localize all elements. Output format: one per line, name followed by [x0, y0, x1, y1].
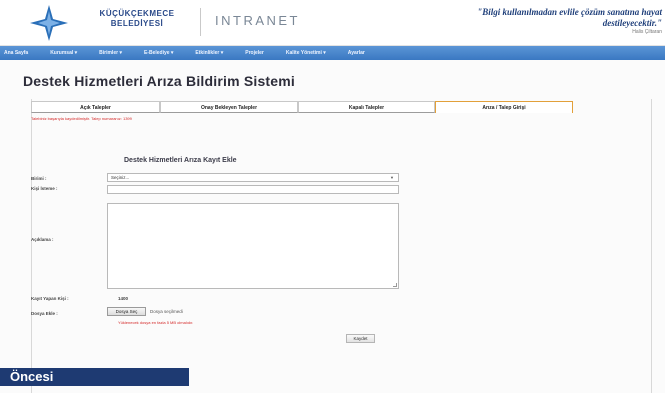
- form-title: Destek Hizmetleri Arıza Kayıt Ekle: [124, 157, 237, 164]
- kisi-label: Kişi İsteme :: [31, 186, 58, 191]
- content-border: [651, 99, 652, 393]
- kayit-label: Kayıt Yapan Kişi :: [31, 296, 69, 301]
- tab-new-request[interactable]: Arıza / Talep Girişi: [435, 101, 573, 113]
- choose-file-button[interactable]: Dosya Seç: [107, 307, 146, 316]
- main-navigation: Ana Sayfa Kurumsal ▾ Birimler ▾ E-Beledi…: [0, 46, 665, 60]
- caption-text: Öncesi: [10, 369, 54, 384]
- birim-select[interactable]: Seçiniz... ▼: [107, 173, 399, 182]
- site-header: KÜÇÜKÇEKMECE BELEDİYESİ INTRANET "Bilgi …: [0, 0, 665, 46]
- alert-message: Talebiniz başarıyla kaydedilmiştir. Tale…: [31, 116, 132, 121]
- tab-bar: Açık Talepler Onay Bekleyen Talepler Kap…: [31, 101, 651, 113]
- tab-pending-approval[interactable]: Onay Bekleyen Talepler: [160, 101, 298, 113]
- kayit-value: 1400: [118, 296, 129, 301]
- quote-text: "Bilgi kullanılmadan evlile çözüm sanatı…: [477, 7, 662, 28]
- header-quote: "Bilgi kullanılmadan evlile çözüm sanatı…: [440, 7, 662, 36]
- logo-text: KÜÇÜKÇEKMECE BELEDİYESİ: [99, 9, 175, 28]
- nav-item-etkinlikler[interactable]: Etkinlikler ▾: [195, 50, 223, 56]
- nav-item-kalite[interactable]: Kalite Yönetimi ▾: [286, 50, 326, 56]
- quote-author: Halis Çiltaran: [632, 29, 662, 35]
- file-note: Yüklenecek dosya en fazla 5 MB olmalıdır…: [118, 320, 194, 325]
- page-title: Destek Hizmetleri Arıza Bildirim Sistemi: [23, 73, 296, 89]
- nav-item-projeler[interactable]: Projeler: [245, 50, 264, 56]
- nav-item-home[interactable]: Ana Sayfa: [4, 50, 28, 56]
- tab-closed-requests[interactable]: Kapalı Talepler: [298, 101, 435, 113]
- dosya-label: Dosya Ekle :: [31, 311, 58, 316]
- nav-item-kurumsal[interactable]: Kurumsal ▾: [50, 50, 77, 56]
- caption-bar: Öncesi: [0, 368, 189, 386]
- content-border: [31, 99, 32, 393]
- resize-grip-icon[interactable]: [393, 283, 397, 287]
- aciklama-textarea[interactable]: [107, 203, 399, 289]
- birim-select-value: Seçiniz...: [111, 175, 130, 180]
- save-button[interactable]: Kaydet: [346, 334, 375, 343]
- kisi-input[interactable]: [107, 185, 399, 194]
- header-divider: [200, 8, 201, 36]
- chevron-down-icon: ▼: [390, 175, 394, 180]
- municipality-logo-icon[interactable]: [28, 3, 70, 43]
- nav-item-birimler[interactable]: Birimler ▾: [99, 50, 122, 56]
- file-status: Dosya seçilmedi: [150, 309, 183, 314]
- nav-item-e-belediye[interactable]: E-Belediye ▾: [144, 50, 173, 56]
- birim-label: Birimi :: [31, 176, 47, 181]
- tab-open-requests[interactable]: Açık Talepler: [31, 101, 160, 113]
- nav-item-ayarlar[interactable]: Ayarlar: [348, 50, 365, 56]
- intranet-label: INTRANET: [215, 13, 300, 28]
- aciklama-label: Açıklama :: [31, 237, 54, 242]
